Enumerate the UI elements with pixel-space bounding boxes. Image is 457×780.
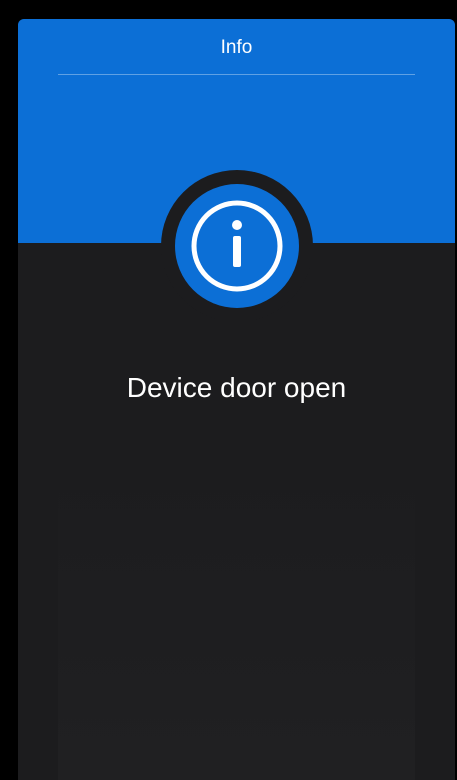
header-divider (58, 74, 415, 75)
info-badge (160, 169, 314, 323)
page-title: Info (220, 37, 253, 58)
background-shade (58, 450, 415, 780)
info-icon (161, 170, 313, 322)
info-screen: Info Device door open (18, 19, 455, 780)
status-message: Device door open (126, 372, 347, 403)
